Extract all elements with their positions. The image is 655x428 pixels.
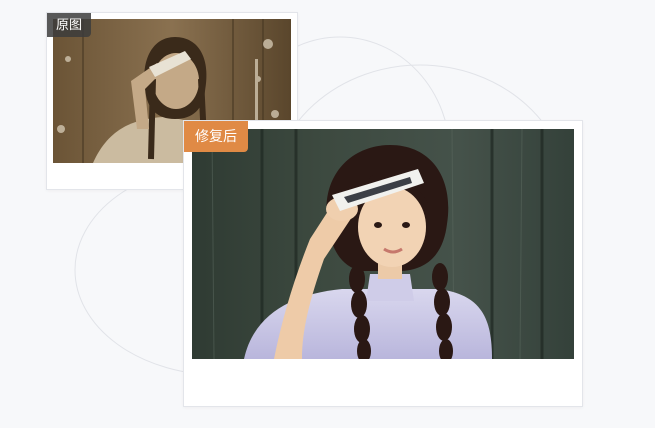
restored-photo-card: 修复后 bbox=[183, 120, 583, 407]
original-label: 原图 bbox=[47, 13, 92, 37]
restored-label: 修复后 bbox=[184, 121, 248, 152]
restored-photo bbox=[192, 129, 574, 359]
